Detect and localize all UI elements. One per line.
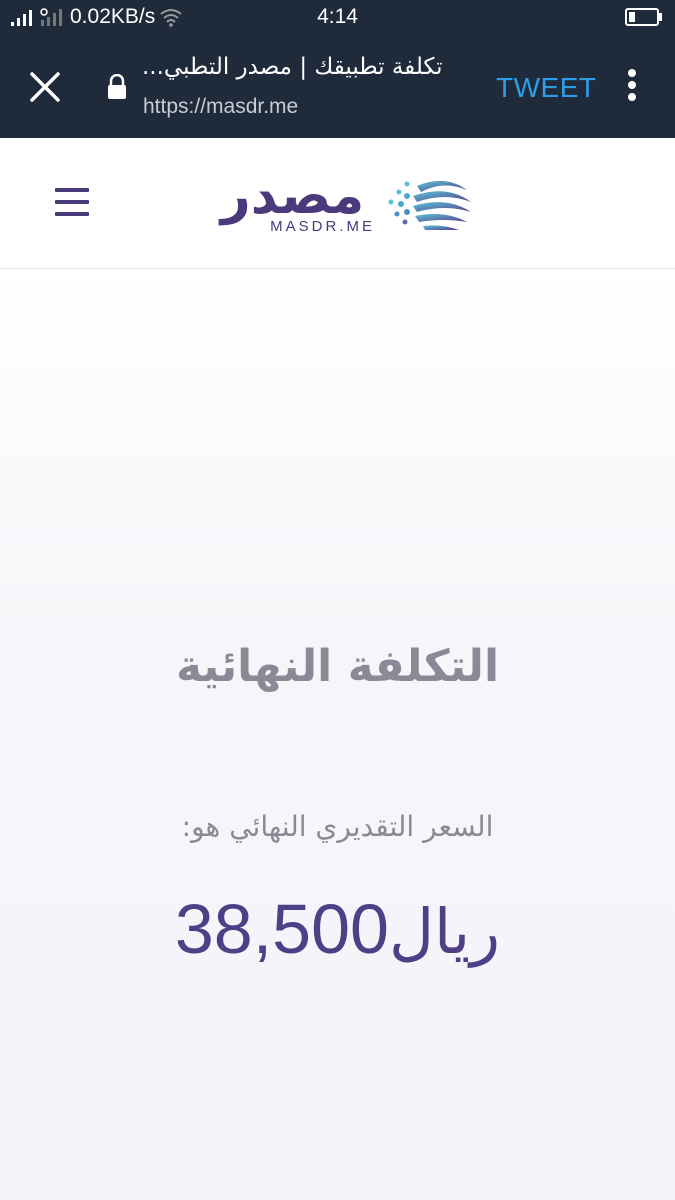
url-text[interactable]: https://masdr.me xyxy=(143,95,298,119)
estimated-price-label: السعر التقديري النهائي هو: xyxy=(181,810,494,843)
menu-icon[interactable] xyxy=(55,188,89,218)
logo-arabic-text: مصدر xyxy=(220,166,365,226)
clock: 4:14 xyxy=(317,5,358,28)
more-vertical-icon[interactable] xyxy=(626,69,638,105)
page-title: تكلفة تطبيقك | مصدر التطبي... xyxy=(142,54,443,80)
estimated-price: 38,500 ريال xyxy=(0,889,675,969)
browser-toolbar: تكلفة تطبيقك | مصدر التطبي... https://ma… xyxy=(0,36,675,138)
price-currency: ريال xyxy=(388,895,501,968)
price-value: 38,500 xyxy=(174,890,389,968)
close-icon[interactable] xyxy=(26,68,64,106)
logo-mark-icon xyxy=(388,180,471,230)
site-logo[interactable]: مصدر MASDR.ME xyxy=(205,168,475,248)
final-cost-heading: التكلفة النهائية xyxy=(175,641,500,692)
lock-icon xyxy=(108,74,126,99)
result-section: التكلفة النهائية السعر التقديري النهائي … xyxy=(0,269,675,1200)
battery-icon xyxy=(625,8,662,26)
tweet-button[interactable]: TWEET xyxy=(496,72,597,104)
logo-latin-text: MASDR.ME xyxy=(270,218,375,235)
status-bar: 0.02KB/s 4:14 xyxy=(0,0,675,36)
site-header: مصدر MASDR.ME xyxy=(0,138,675,269)
